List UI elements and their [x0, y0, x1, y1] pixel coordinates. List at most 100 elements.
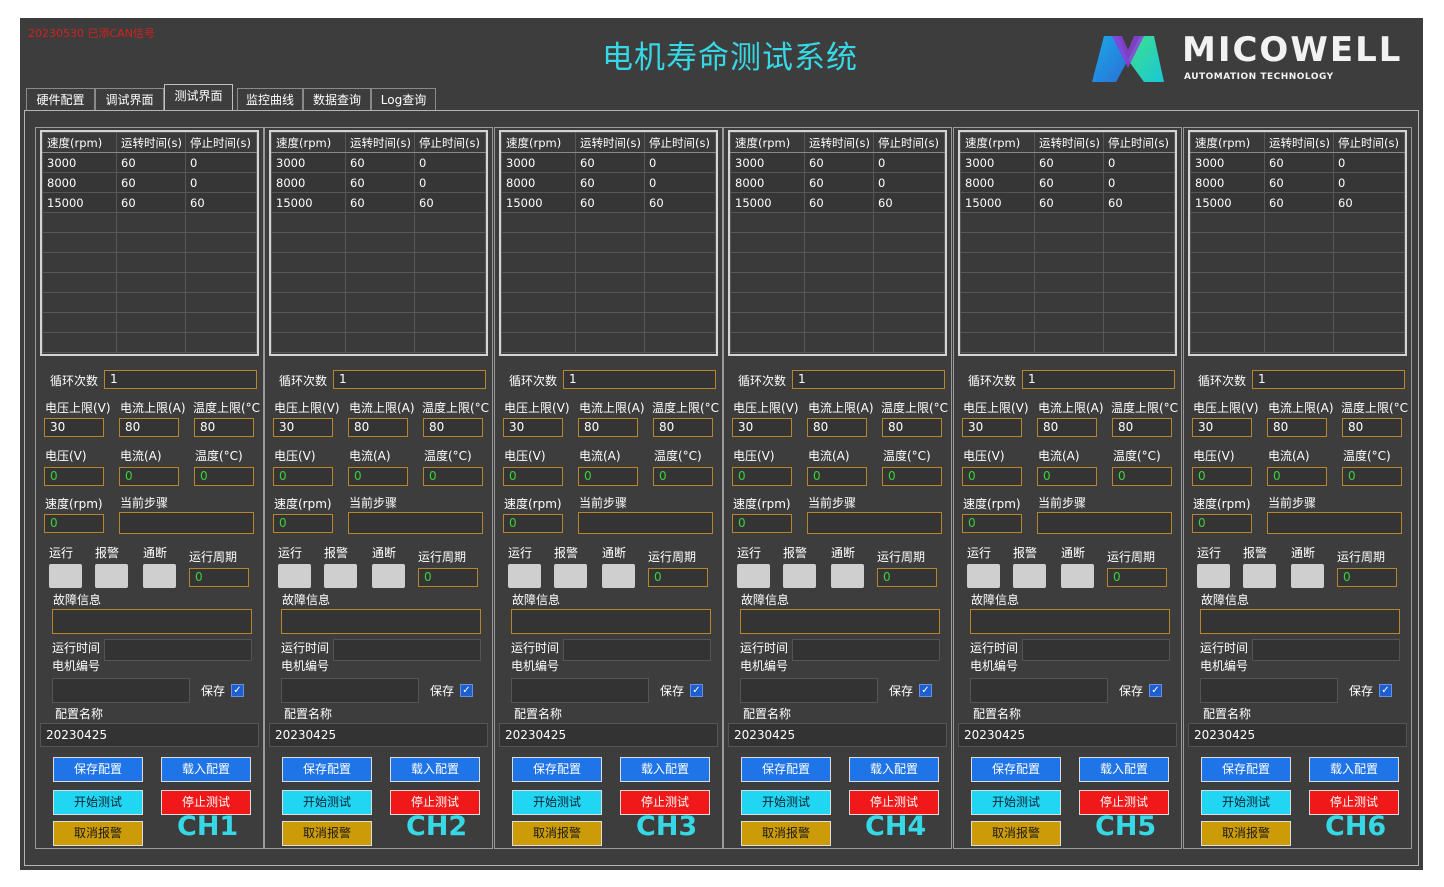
start-test-button[interactable]: 开始测试 [512, 790, 602, 815]
table-cell[interactable] [575, 252, 645, 273]
table-cell[interactable] [873, 312, 945, 333]
table-cell[interactable] [873, 332, 945, 353]
table-cell[interactable] [644, 292, 716, 313]
table-row[interactable] [1190, 252, 1405, 273]
table-cell[interactable]: 8000 [501, 172, 576, 193]
table-cell[interactable]: 60 [116, 152, 186, 173]
table-cell[interactable]: 60 [1103, 192, 1175, 213]
load-config-button[interactable]: 载入配置 [620, 757, 710, 782]
save-config-button[interactable]: 保存配置 [971, 757, 1061, 782]
table-cell[interactable] [960, 332, 1035, 353]
table-cell[interactable] [345, 212, 415, 233]
table-cell[interactable]: 60 [345, 152, 415, 173]
config-name-input[interactable]: 20230425 [269, 723, 488, 747]
table-row[interactable] [960, 232, 1175, 253]
table-row[interactable] [42, 252, 257, 273]
table-row[interactable] [501, 212, 716, 233]
voltage-limit-input[interactable]: 30 [732, 418, 792, 437]
table-row[interactable]: 8000 60 0 [501, 172, 716, 193]
table-cell[interactable] [1103, 312, 1175, 333]
table-row[interactable] [501, 272, 716, 293]
table-row[interactable] [271, 312, 486, 333]
table-cell[interactable] [873, 252, 945, 273]
start-test-button[interactable]: 开始测试 [53, 790, 143, 815]
table-cell[interactable] [730, 332, 805, 353]
table-cell[interactable] [414, 292, 486, 313]
table-cell[interactable]: 0 [1103, 172, 1175, 193]
table-row[interactable] [42, 332, 257, 353]
table-row[interactable]: 15000 60 60 [1190, 192, 1405, 213]
table-cell[interactable] [873, 292, 945, 313]
table-cell[interactable] [730, 312, 805, 333]
tab-data-query[interactable]: 数据查询 [303, 88, 371, 110]
table-cell[interactable] [1264, 212, 1334, 233]
table-cell[interactable] [1034, 332, 1104, 353]
table-cell[interactable] [644, 212, 716, 233]
save-config-button[interactable]: 保存配置 [53, 757, 143, 782]
table-row[interactable]: 8000 60 0 [42, 172, 257, 193]
table-cell[interactable] [1034, 312, 1104, 333]
cancel-alarm-button[interactable]: 取消报警 [53, 821, 143, 846]
table-cell[interactable]: 15000 [271, 192, 346, 213]
table-row[interactable] [501, 232, 716, 253]
table-row[interactable] [960, 252, 1175, 273]
load-config-button[interactable]: 载入配置 [849, 757, 939, 782]
table-cell[interactable] [873, 232, 945, 253]
table-row[interactable] [730, 232, 945, 253]
motor-no-input[interactable] [511, 678, 649, 703]
table-cell[interactable] [960, 252, 1035, 273]
table-cell[interactable] [960, 272, 1035, 293]
table-cell[interactable]: 60 [575, 192, 645, 213]
table-cell[interactable]: 0 [414, 152, 486, 173]
table-cell[interactable]: 0 [1103, 152, 1175, 173]
table-cell[interactable] [1034, 212, 1104, 233]
table-cell[interactable]: 3000 [42, 152, 117, 173]
tab-log-query[interactable]: Log查询 [371, 88, 436, 110]
table-cell[interactable] [1103, 252, 1175, 273]
table-cell[interactable]: 3000 [501, 152, 576, 173]
config-name-input[interactable]: 20230425 [499, 723, 718, 747]
cycles-input[interactable]: 1 [1022, 370, 1175, 389]
table-row[interactable] [501, 252, 716, 273]
table-row[interactable]: 8000 60 0 [960, 172, 1175, 193]
table-row[interactable] [271, 272, 486, 293]
table-cell[interactable] [1333, 292, 1405, 313]
table-cell[interactable] [644, 272, 716, 293]
table-cell[interactable] [804, 332, 874, 353]
table-cell[interactable]: 60 [345, 172, 415, 193]
table-cell[interactable] [1103, 232, 1175, 253]
config-name-input[interactable]: 20230425 [40, 723, 259, 747]
table-cell[interactable] [575, 212, 645, 233]
table-cell[interactable]: 15000 [42, 192, 117, 213]
table-cell[interactable] [644, 232, 716, 253]
table-cell[interactable] [345, 312, 415, 333]
save-checkbox[interactable]: ✓ [460, 684, 473, 697]
load-config-button[interactable]: 载入配置 [1079, 757, 1169, 782]
table-cell[interactable] [1333, 272, 1405, 293]
table-cell[interactable] [1034, 292, 1104, 313]
table-cell[interactable] [501, 272, 576, 293]
table-cell[interactable] [1333, 332, 1405, 353]
table-cell[interactable] [1190, 292, 1265, 313]
table-cell[interactable] [1034, 252, 1104, 273]
table-cell[interactable]: 60 [644, 192, 716, 213]
table-cell[interactable] [414, 212, 486, 233]
table-cell[interactable] [1264, 312, 1334, 333]
table-row[interactable] [730, 272, 945, 293]
table-row[interactable]: 15000 60 60 [501, 192, 716, 213]
start-test-button[interactable]: 开始测试 [971, 790, 1061, 815]
table-cell[interactable] [271, 212, 346, 233]
table-cell[interactable] [271, 332, 346, 353]
table-cell[interactable]: 60 [1034, 152, 1104, 173]
table-cell[interactable] [116, 292, 186, 313]
table-cell[interactable] [575, 272, 645, 293]
table-cell[interactable]: 3000 [1190, 152, 1265, 173]
table-cell[interactable] [185, 212, 257, 233]
table-cell[interactable]: 60 [804, 172, 874, 193]
table-cell[interactable] [1103, 332, 1175, 353]
table-row[interactable] [1190, 312, 1405, 333]
table-cell[interactable] [1034, 232, 1104, 253]
table-cell[interactable]: 8000 [42, 172, 117, 193]
cycles-input[interactable]: 1 [104, 370, 257, 389]
save-checkbox[interactable]: ✓ [1379, 684, 1392, 697]
